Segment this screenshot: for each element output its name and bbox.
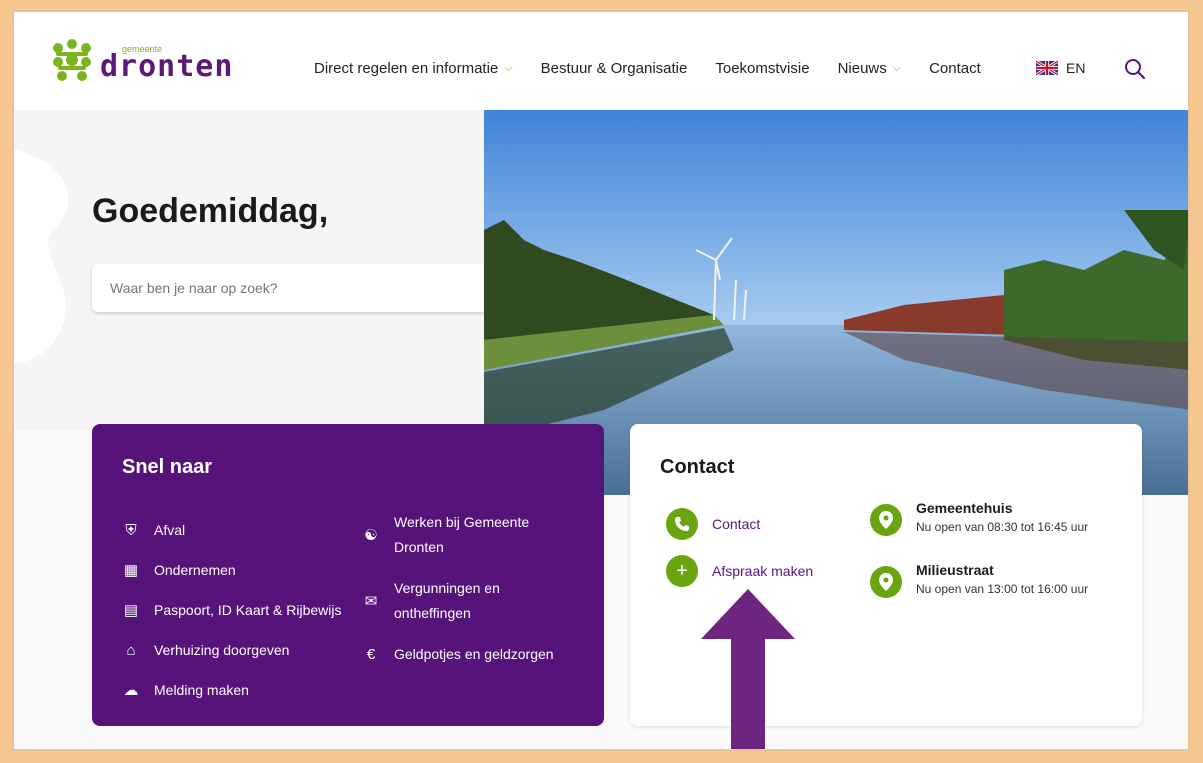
main-nav: Direct regelen en informatie ⌵ Bestuur &… [314,60,1009,77]
nav-label: Contact [929,60,981,77]
snel-item-label: Melding maken [154,682,249,698]
location-name: Milieustraat [916,562,994,578]
snel-item-label: Ondernemen [154,562,236,578]
afspraak-maken-link[interactable]: + Afspraak maken [666,555,813,587]
nav-label: Toekomstvisie [715,60,810,77]
snel-naar-panel: Snel naar ⛨ Afval ▦ Ondernemen ▤ Paspoor… [92,424,604,726]
snel-item-geldpotjes[interactable]: € Geldpotjes en geldzorgen [360,642,554,667]
contact-link-label: Contact [712,516,761,532]
language-label: EN [1066,60,1086,76]
nav-label: Nieuws [837,60,887,77]
label-line-1: Werken bij Gemeente [394,514,530,530]
nav-nieuws[interactable]: Nieuws ⌵ [838,60,902,77]
location-gemeentehuis[interactable]: Gemeentehuis Nu open van 08:30 tot 16:45… [870,500,1088,536]
search-icon [1125,59,1146,80]
label-line-2: ontheffingen [394,605,471,621]
logo-wordmark: dronten [100,49,234,84]
megaphone-icon: ☁ [123,682,139,699]
search-input[interactable] [92,264,487,312]
header-search-button[interactable] [1124,58,1146,85]
browser-frame: gemeente dronten Direct regelen en infor… [12,10,1190,751]
site-header: gemeente dronten Direct regelen en infor… [14,12,1188,111]
snel-item-paspoort[interactable]: ▤ Paspoort, ID Kaart & Rijbewijs [120,590,342,630]
label-line-2: Dronten [394,539,444,555]
dronten-logo[interactable]: gemeente dronten [50,38,233,82]
label-line-1: Vergunningen en [394,580,500,596]
location-name: Gemeentehuis [916,500,1013,516]
uk-flag-icon [1036,61,1058,75]
envelope-icon: ✉ [364,592,378,610]
chevron-down-icon: ⌵ [892,62,902,74]
snel-item-vergunningen[interactable]: ✉ Vergunningen en ontheffingen [360,576,554,626]
snel-item-label: Werken bij Gemeente Dronten [394,510,529,560]
decorative-shape-icon [14,150,69,364]
nav-bestuur[interactable]: Bestuur & Organisatie [541,60,688,77]
location-hours: Nu open van 13:00 tot 16:00 uur [916,582,1089,596]
nav-toekomstvisie[interactable]: Toekomstvisie [715,60,809,77]
snel-item-label: Verhuizing doorgeven [154,642,290,658]
snel-item-ondernemen[interactable]: ▦ Ondernemen [120,550,342,590]
chevron-down-icon: ⌵ [504,62,513,74]
euro-icon: € [366,646,376,663]
truck-icon: ⛨ [125,521,137,539]
greeting-heading: Goedemiddag, [92,192,329,230]
map-pin-icon [870,566,902,598]
snel-item-label: Afval [154,522,186,538]
hero-search [92,264,544,312]
map-pin-icon [870,504,902,536]
snel-item-label: Paspoort, ID Kaart & Rijbewijs [154,602,342,618]
nav-direct-regelen[interactable]: Direct regelen en informatie ⌵ [314,60,513,77]
snel-item-label: Vergunningen en ontheffingen [394,576,500,626]
worker-icon: ☯ [364,526,378,544]
factory-icon: ▦ [123,562,139,579]
nav-label: Bestuur & Organisatie [540,60,688,77]
contact-title: Contact [660,456,735,478]
nav-contact[interactable]: Contact [929,60,981,77]
language-switch[interactable]: EN [1036,60,1085,76]
snel-item-afval[interactable]: ⛨ Afval [120,510,342,550]
afspraak-link-label: Afspraak maken [712,563,814,579]
contact-link[interactable]: Contact [666,508,760,540]
home-icon: ⌂ [126,641,136,659]
phone-icon [666,508,698,540]
location-hours: Nu open van 08:30 tot 16:45 uur [916,520,1089,534]
plus-icon: + [666,555,698,587]
snel-item-verhuizing[interactable]: ⌂ Verhuizing doorgeven [120,630,342,670]
snel-naar-column-1: ⛨ Afval ▦ Ondernemen ▤ Paspoort, ID Kaar… [120,510,342,710]
snel-naar-title: Snel naar [122,456,213,478]
snel-item-melding[interactable]: ☁ Melding maken [120,670,342,710]
snel-naar-column-2: ☯ Werken bij Gemeente Dronten ✉ Vergunnin… [360,510,554,683]
snel-item-werken[interactable]: ☯ Werken bij Gemeente Dronten [360,510,554,560]
id-card-icon: ▤ [123,602,139,619]
location-milieustraat[interactable]: Milieustraat Nu open van 13:00 tot 16:00… [870,562,1088,598]
snel-item-label: Geldpotjes en geldzorgen [394,646,554,662]
logo-mark-icon [53,39,91,81]
logo-subtitle: gemeente [122,44,163,54]
nav-label: Direct regelen en informatie [314,60,499,77]
annotation-arrow-icon [701,589,795,749]
